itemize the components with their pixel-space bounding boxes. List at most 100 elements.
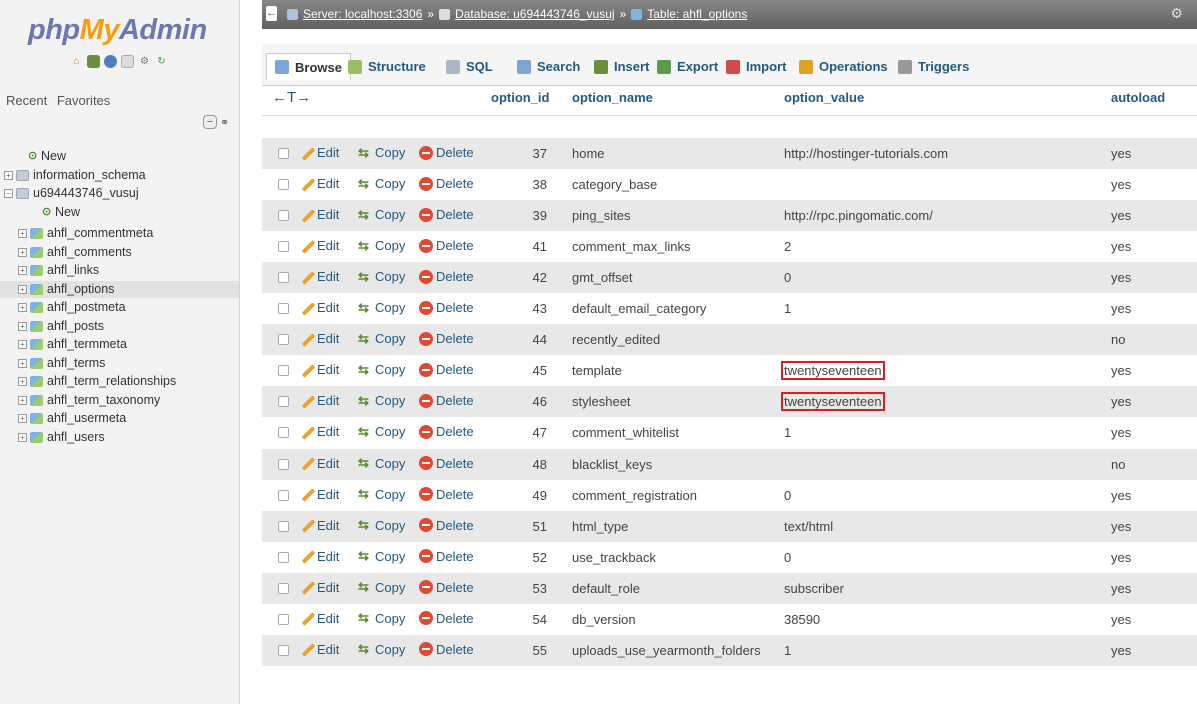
delete-link[interactable]: Delete: [419, 238, 474, 253]
tree-table-item[interactable]: + ahfl_comments: [0, 244, 239, 261]
tab-operations[interactable]: Operations: [799, 53, 888, 80]
copy-link[interactable]: ⇆ Copy: [358, 549, 405, 564]
tree-database-item[interactable]: + information_schema: [0, 167, 239, 184]
delete-link[interactable]: Delete: [419, 424, 474, 439]
tree-table-item[interactable]: + ahfl_options: [0, 280, 239, 298]
copy-link[interactable]: ⇆ Copy: [358, 487, 405, 502]
tree-table-item[interactable]: + ahfl_termmeta: [0, 336, 239, 353]
cell-option-value[interactable]: 0: [784, 488, 791, 503]
tree-table-item[interactable]: + ahfl_usermeta: [0, 410, 239, 427]
cell-option-name[interactable]: blacklist_keys: [572, 457, 652, 472]
cell-autoload[interactable]: yes: [1111, 270, 1131, 285]
row-checkbox[interactable]: [278, 272, 289, 284]
edit-link[interactable]: Edit: [300, 300, 339, 315]
copy-link[interactable]: ⇆ Copy: [358, 145, 405, 160]
edit-link[interactable]: Edit: [300, 393, 339, 408]
cell-option-value[interactable]: 38590: [784, 612, 820, 627]
cell-option-value[interactable]: subscriber: [784, 581, 844, 596]
delete-link[interactable]: Delete: [419, 456, 474, 471]
tree-table-item[interactable]: + ahfl_commentmeta: [0, 225, 239, 242]
collapse-node-icon[interactable]: −: [4, 189, 13, 198]
tab-sql[interactable]: SQL: [446, 53, 493, 80]
cell-autoload[interactable]: yes: [1111, 394, 1131, 409]
tab-insert[interactable]: Insert: [594, 53, 649, 80]
cell-autoload[interactable]: yes: [1111, 488, 1131, 503]
tree-table-item[interactable]: + ahfl_term_relationships: [0, 373, 239, 390]
cell-option-value[interactable]: twentyseventeen: [781, 392, 885, 412]
row-checkbox[interactable]: [278, 427, 289, 439]
cell-autoload[interactable]: no: [1111, 332, 1125, 347]
cell-autoload[interactable]: yes: [1111, 177, 1131, 192]
edit-link[interactable]: Edit: [300, 362, 339, 377]
cell-option-name[interactable]: db_version: [572, 612, 636, 627]
copy-link[interactable]: ⇆ Copy: [358, 238, 405, 253]
header-autoload[interactable]: autoload: [1111, 90, 1165, 105]
edit-link[interactable]: Edit: [300, 642, 339, 657]
cell-option-value[interactable]: 0: [784, 550, 791, 565]
row-checkbox[interactable]: [278, 148, 289, 159]
tree-new-item[interactable]: ⊙ New: [0, 204, 239, 221]
delete-link[interactable]: Delete: [419, 207, 474, 222]
tree-table-item[interactable]: + ahfl_links: [0, 262, 239, 279]
tree-new-item[interactable]: ⊙ New: [0, 148, 239, 165]
cell-option-name[interactable]: category_base: [572, 177, 657, 192]
cell-option-name[interactable]: html_type: [572, 519, 628, 534]
row-checkbox[interactable]: [278, 334, 289, 346]
delete-link[interactable]: Delete: [419, 331, 474, 346]
delete-link[interactable]: Delete: [419, 487, 474, 502]
header-option-name[interactable]: option_name: [572, 90, 653, 105]
help-icon[interactable]: [104, 55, 117, 68]
delete-link[interactable]: Delete: [419, 518, 474, 533]
edit-link[interactable]: Edit: [300, 238, 339, 253]
tab-search[interactable]: Search: [517, 53, 580, 80]
breadcrumb-server[interactable]: Server: localhost:3306: [303, 7, 422, 21]
delete-link[interactable]: Delete: [419, 362, 474, 377]
delete-link[interactable]: Delete: [419, 642, 474, 657]
row-checkbox[interactable]: [278, 458, 289, 470]
edit-link[interactable]: Edit: [300, 145, 339, 160]
row-checkbox[interactable]: [278, 365, 289, 377]
cell-option-name[interactable]: recently_edited: [572, 332, 660, 347]
delete-link[interactable]: Delete: [419, 393, 474, 408]
row-checkbox[interactable]: [278, 582, 289, 594]
delete-link[interactable]: Delete: [419, 145, 474, 160]
row-checkbox[interactable]: [278, 303, 289, 315]
edit-link[interactable]: Edit: [300, 580, 339, 595]
expand-node-icon[interactable]: +: [18, 414, 27, 423]
copy-link[interactable]: ⇆ Copy: [358, 393, 405, 408]
cell-option-value[interactable]: http://rpc.pingomatic.com/: [784, 208, 933, 223]
expand-node-icon[interactable]: +: [18, 358, 27, 368]
copy-link[interactable]: ⇆ Copy: [358, 176, 405, 191]
expand-node-icon[interactable]: +: [18, 321, 27, 331]
cell-autoload[interactable]: yes: [1111, 146, 1131, 161]
back-arrow-icon[interactable]: ←: [266, 6, 277, 21]
cell-option-name[interactable]: stylesheet: [572, 394, 631, 409]
edit-link[interactable]: Edit: [300, 176, 339, 191]
cell-option-value[interactable]: text/html: [784, 519, 833, 534]
row-checkbox[interactable]: [278, 179, 289, 191]
link-icon[interactable]: ⚭: [220, 116, 229, 129]
expand-node-icon[interactable]: +: [4, 170, 13, 180]
copy-link[interactable]: ⇆ Copy: [358, 642, 405, 657]
header-option-id[interactable]: option_id: [491, 90, 550, 105]
expand-node-icon[interactable]: +: [18, 284, 27, 294]
tree-database-item[interactable]: − u694443746_vusuj: [0, 185, 239, 202]
cell-autoload[interactable]: yes: [1111, 519, 1131, 534]
column-resize-arrows-icon[interactable]: ←T→: [272, 89, 311, 106]
cell-option-name[interactable]: ping_sites: [572, 208, 631, 223]
expand-node-icon[interactable]: +: [18, 432, 27, 442]
tab-structure[interactable]: Structure: [348, 53, 426, 80]
cell-autoload[interactable]: yes: [1111, 612, 1131, 627]
expand-node-icon[interactable]: +: [18, 377, 27, 386]
cell-option-value[interactable]: 1: [784, 425, 791, 440]
copy-link[interactable]: ⇆ Copy: [358, 456, 405, 471]
row-checkbox[interactable]: [278, 613, 289, 625]
expand-node-icon[interactable]: +: [18, 395, 27, 405]
row-checkbox[interactable]: [278, 489, 289, 501]
expand-node-icon[interactable]: +: [18, 303, 27, 312]
copy-link[interactable]: ⇆ Copy: [358, 518, 405, 533]
row-checkbox[interactable]: [278, 210, 289, 222]
cell-option-name[interactable]: template: [572, 363, 622, 378]
cell-option-value[interactable]: 0: [784, 270, 791, 285]
edit-link[interactable]: Edit: [300, 549, 339, 564]
